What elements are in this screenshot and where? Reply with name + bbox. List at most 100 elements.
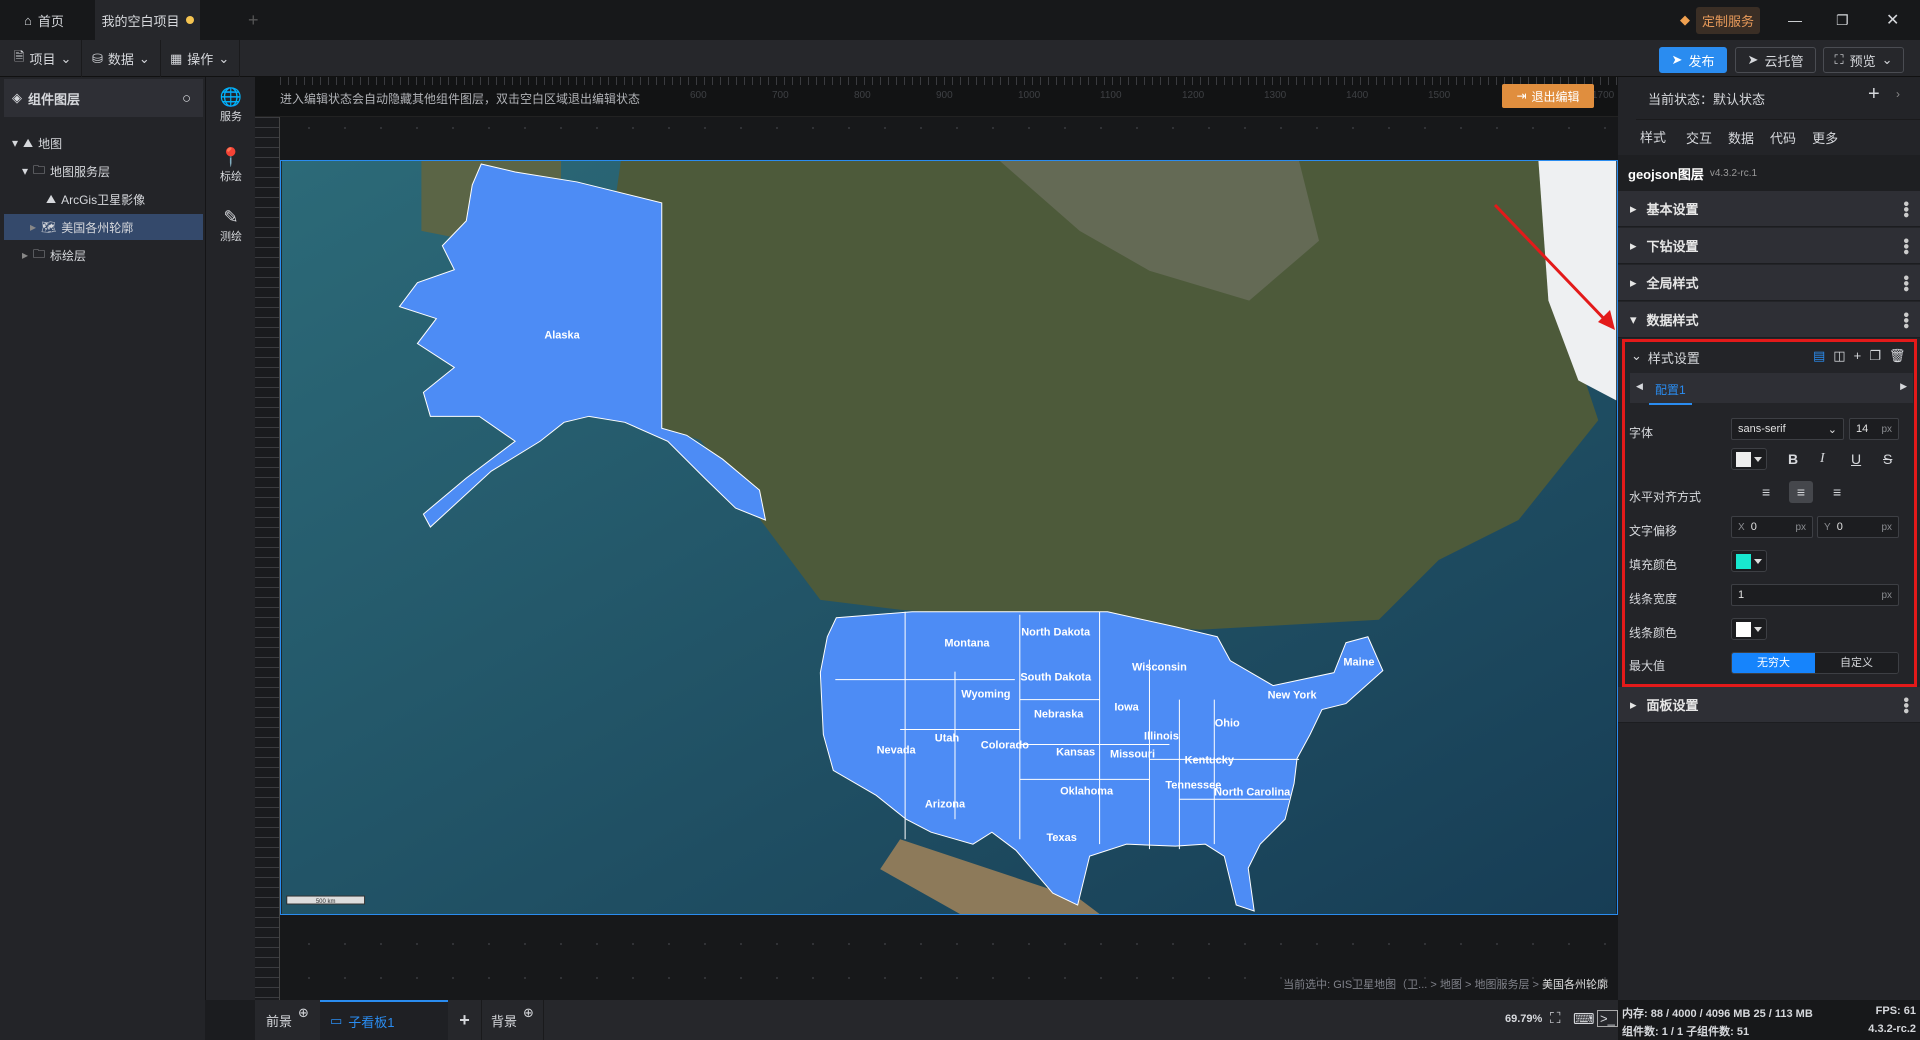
tree-item-map[interactable]: ▾ ⛰ 地图 (0, 130, 205, 156)
line-width-label: 线条宽度 (1629, 592, 1678, 606)
add-icon[interactable]: + (1854, 348, 1862, 364)
new-tab-button[interactable]: + (248, 0, 259, 40)
caret-down-icon (1754, 558, 1762, 564)
breadcrumb-item[interactable]: 地图 (1440, 979, 1462, 991)
property-tab[interactable]: 更多 (1812, 128, 1838, 147)
line-color-picker[interactable] (1731, 618, 1767, 640)
style-settings-header[interactable]: ⌄ 样式设置 (1631, 348, 1700, 367)
property-tab[interactable]: 代码 (1770, 128, 1796, 147)
menu-ops[interactable]: ▦ 操作 ⌄ (160, 40, 241, 77)
property-tab[interactable]: 样式 (1636, 118, 1671, 157)
close-button[interactable]: ✕ (1886, 0, 1899, 40)
font-size-input[interactable]: 14 px (1849, 418, 1899, 440)
zoom-level[interactable]: 69.79% (1505, 1013, 1542, 1025)
more-icon[interactable]: ••• (1897, 275, 1914, 292)
sub-board-tab[interactable]: ▭ 子看板1 (320, 1000, 448, 1040)
caret-left-icon[interactable]: ◀ (1636, 381, 1643, 392)
custom-service-button[interactable]: ◆ 定制服务 (1680, 0, 1761, 40)
terminal-icon[interactable]: >_ (1597, 1010, 1618, 1027)
tree-item-us-states[interactable]: ▸ 🗺 美国各州轮廓 (4, 214, 203, 240)
measure-tool[interactable]: ✎ 测绘 (206, 207, 256, 244)
max-toggle: 无穷大 自定义 (1731, 652, 1899, 674)
add-state-button[interactable]: + (1868, 83, 1880, 106)
tab-project[interactable]: 我的空白项目 (95, 0, 200, 40)
property-tab[interactable]: 交互 (1686, 128, 1712, 147)
more-icon[interactable]: ••• (1897, 312, 1914, 329)
map-view[interactable]: Alaska Montana North Dakota South Dakota Wyo… (280, 160, 1618, 915)
config-tab-1[interactable]: 配置1 (1649, 381, 1692, 405)
add-circle-icon[interactable]: ⊕ (298, 1005, 309, 1021)
trash-icon[interactable]: 🗑 (1889, 348, 1906, 364)
offset-y-input[interactable]: Y 0 px (1817, 516, 1899, 538)
tree-item-map-service-layer[interactable]: ▾ 🗀 地图服务层 (0, 158, 205, 184)
scale-bar-label: 500 km (316, 899, 336, 905)
annotate-tool[interactable]: 📍 标绘 (206, 147, 256, 184)
section-label: 数据样式 (1646, 313, 1699, 328)
offset-x-input[interactable]: X 0 px (1731, 516, 1813, 538)
exit-edit-button[interactable]: ⇥ 退出编辑 (1502, 84, 1594, 108)
fps-readout: FPS: 61 (1875, 1005, 1916, 1017)
section-drill[interactable]: ▸ 下钻设置 ••• (1618, 228, 1920, 264)
background-tab[interactable]: 背景 ⊕ (481, 1000, 544, 1040)
breadcrumb-item[interactable]: 地图服务层 (1474, 979, 1529, 991)
underline-button[interactable]: U (1851, 451, 1861, 467)
cloud-host-button[interactable]: ➤ 云托管 (1735, 47, 1816, 73)
fill-color-picker[interactable] (1731, 550, 1767, 572)
color-swatch (1736, 621, 1751, 637)
max-infinity-option[interactable]: 无穷大 (1732, 653, 1815, 673)
search-icon[interactable]: ○ (182, 90, 191, 107)
tree-item-draw-layer[interactable]: ▸ 🗀 标绘层 (0, 242, 205, 268)
bold-button[interactable]: B (1788, 451, 1798, 467)
section-panel[interactable]: ▸ 面板设置 ••• (1618, 687, 1920, 723)
preview-button[interactable]: ⛶ 预览 ⌄ (1823, 47, 1904, 73)
foreground-tab[interactable]: 前景 ⊕ (255, 1000, 320, 1040)
vertical-ruler[interactable] (255, 117, 280, 1000)
state-label: Iowa (1114, 702, 1139, 714)
chevron-down-icon: ⌄ (218, 50, 230, 66)
menu-project[interactable]: 🗎 项目 ⌄ (4, 40, 83, 77)
align-right-icon[interactable]: ≡ (1833, 484, 1841, 500)
more-icon[interactable]: ••• (1897, 238, 1914, 255)
more-icon[interactable]: ••• (1897, 201, 1914, 218)
service-tool[interactable]: 🌐 服务 (206, 87, 256, 124)
align-label: 水平对齐方式 (1629, 490, 1702, 504)
fit-screen-icon[interactable]: ⛶ (1550, 1010, 1561, 1027)
copy-icon[interactable]: ❐ (1869, 348, 1881, 364)
title-bar: ⌂ 首页 我的空白项目 + ◆ 定制服务 — ❐ ✕ (0, 0, 1920, 40)
align-left-icon[interactable]: ≡ (1762, 484, 1770, 500)
state-label: Nebraska (1034, 709, 1084, 721)
folder-icon: 🗀 (33, 162, 46, 177)
italic-button[interactable]: I (1820, 451, 1825, 467)
property-tab[interactable]: 数据 (1728, 128, 1754, 147)
ruler-tick-label: 700 (772, 90, 789, 101)
font-color-picker[interactable] (1731, 448, 1767, 470)
more-icon[interactable]: ••• (1897, 697, 1914, 714)
section-data-style[interactable]: ▾ 数据样式 ••• (1618, 302, 1920, 338)
horizontal-ruler[interactable] (280, 77, 1618, 85)
menu-data[interactable]: ⛁ 数据 ⌄ (82, 40, 161, 77)
chevron-right-icon[interactable]: › (1896, 87, 1900, 101)
add-circle-icon[interactable]: ⊕ (523, 1005, 534, 1021)
font-select[interactable]: sans-serif ⌄ (1731, 418, 1844, 440)
align-center-icon[interactable]: ≡ (1789, 481, 1813, 503)
line-width-input[interactable]: 1 px (1731, 584, 1899, 606)
publish-button[interactable]: ➤ 发布 (1659, 47, 1727, 73)
max-custom-option[interactable]: 自定义 (1815, 653, 1898, 673)
caret-right-icon[interactable]: ▶ (1900, 381, 1907, 392)
restore-button[interactable]: ❐ (1836, 0, 1849, 40)
minimize-button[interactable]: — (1788, 0, 1802, 40)
caret-right-icon: ▸ (1630, 237, 1637, 253)
ruler-tick-label: 1200 (1182, 90, 1205, 101)
ruler-tick-label: 1500 (1428, 90, 1451, 101)
component-header: geojson图层 v4.3.2-rc.1 (1618, 155, 1920, 191)
strikethrough-button[interactable]: S (1883, 451, 1892, 467)
tab-home[interactable]: ⌂ 首页 (24, 0, 64, 40)
section-basic[interactable]: ▸ 基本设置 ••• (1618, 191, 1920, 227)
table-icon[interactable]: ▤ (1813, 348, 1825, 364)
keyboard-icon[interactable]: ⌨ (1573, 1010, 1595, 1028)
layout-icon[interactable]: ◫ (1833, 348, 1845, 364)
tree-item-arcgis[interactable]: ⛰ ArcGis卫星影像 (0, 186, 205, 212)
add-board-button[interactable]: + (448, 1000, 481, 1040)
section-global-style[interactable]: ▸ 全局样式 ••• (1618, 265, 1920, 301)
chevron-down-icon: ⌄ (60, 50, 72, 66)
